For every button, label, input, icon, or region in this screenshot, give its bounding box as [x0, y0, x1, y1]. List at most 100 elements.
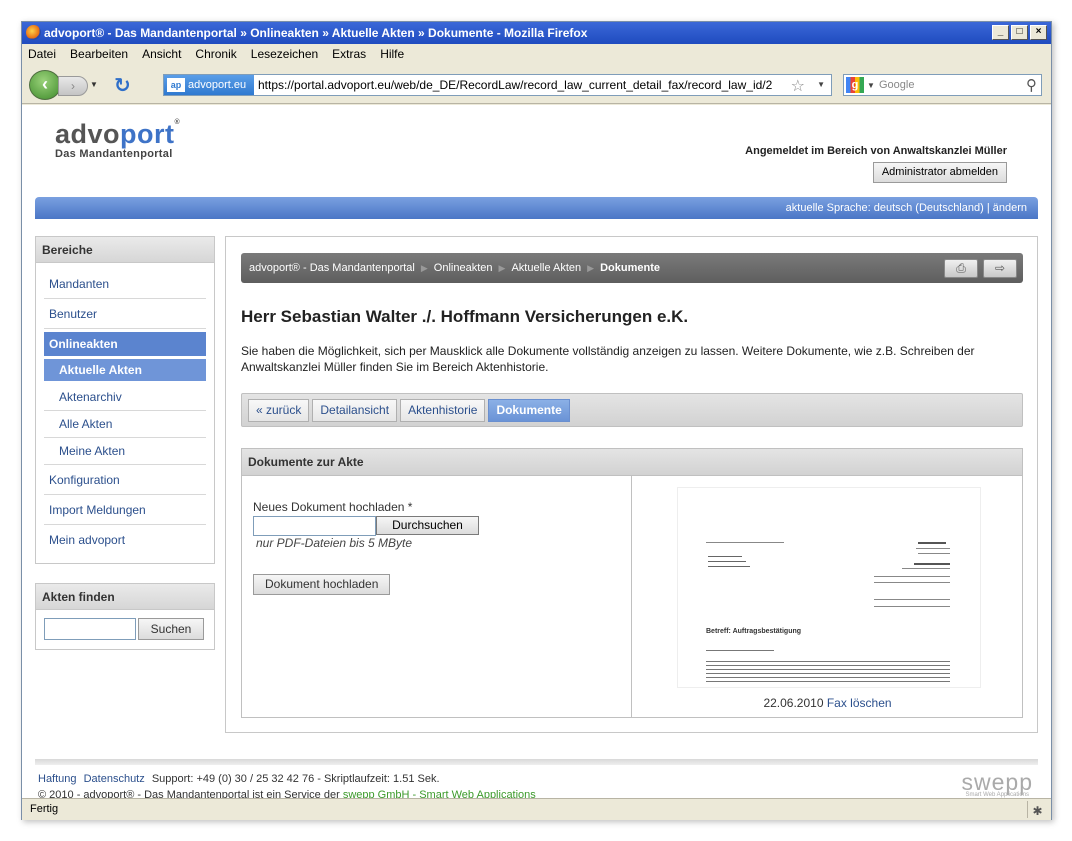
footer-divider — [35, 759, 1038, 765]
logo-brand-advo: advo — [55, 119, 121, 149]
sidebar-item-mandanten[interactable]: Mandanten — [44, 269, 206, 299]
fax-text-line — [706, 673, 950, 674]
breadcrumb-onlineakten[interactable]: Onlineakten — [434, 262, 493, 274]
fax-date: 22.06.2010 — [763, 696, 824, 710]
breadcrumb-home[interactable]: advoport® - Das Mandantenportal — [249, 262, 415, 274]
menu-hilfe[interactable]: Hilfe — [380, 44, 404, 64]
extension-status-icon[interactable]: ✱ — [1027, 801, 1047, 818]
fax-text-line — [874, 606, 950, 607]
fax-text-line — [916, 548, 950, 549]
menu-extras[interactable]: Extras — [332, 44, 366, 64]
fax-text-line — [902, 568, 950, 569]
sidebar-subitem-aktuelle-akten[interactable]: Aktuelle Akten — [44, 359, 206, 381]
fax-text-line — [706, 650, 774, 651]
menu-chronik[interactable]: Chronik — [195, 44, 236, 64]
search-box[interactable]: g ▼ Google ⚲ — [843, 74, 1042, 96]
tab-back[interactable]: « zurück — [248, 399, 310, 422]
google-icon[interactable]: g — [846, 77, 864, 93]
site-favicon: ap — [167, 78, 185, 92]
window-title: advoport® - Das Mandantenportal » Online… — [44, 26, 588, 40]
breadcrumb-aktuelle-akten[interactable]: Aktuelle Akten — [511, 262, 581, 274]
fax-text-line — [706, 677, 950, 678]
sidebar-find-files: Akten finden Suchen — [35, 583, 215, 650]
breadcrumb-separator: ▶ — [420, 263, 428, 273]
documents-section: Dokumente zur Akte Neues Dokument hochla… — [241, 448, 1023, 718]
fax-caption: 22.06.2010 Fax löschen — [633, 696, 1022, 710]
sidebar-areas: Bereiche Mandanten Benutzer Onlineakten … — [35, 236, 215, 564]
search-input[interactable]: Google — [879, 75, 914, 95]
sidebar-item-mein-advoport[interactable]: Mein advoport — [44, 525, 206, 555]
site-identity-badge[interactable]: ap advoport.eu — [164, 75, 254, 95]
breadcrumb-separator: ▶ — [587, 263, 595, 273]
bookmark-star-icon[interactable]: ☆ — [791, 76, 805, 96]
footer-links: Haftung Datenschutz Support: +49 (0) 30 … — [38, 773, 440, 785]
print-icon[interactable]: ⎙ — [944, 259, 978, 278]
fax-text-line — [914, 563, 950, 565]
fax-text-line — [706, 681, 950, 682]
sidebar-item-konfiguration[interactable]: Konfiguration — [44, 465, 206, 495]
swepp-logo[interactable]: swepp Smart Web Applications — [962, 769, 1033, 798]
sidebar-item-import-meldungen[interactable]: Import Meldungen — [44, 495, 206, 525]
upload-hint: nur PDF-Dateien bis 5 MByte — [256, 536, 413, 550]
file-path-input[interactable] — [253, 516, 376, 536]
menu-bearbeiten[interactable]: Bearbeiten — [70, 44, 128, 64]
sidebar-subitem-alle-akten[interactable]: Alle Akten — [44, 411, 206, 438]
site-identity-label: advoport.eu — [188, 79, 247, 91]
breadcrumb: advoport® - Das Mandantenportal ▶ Onlineak… — [241, 253, 1023, 283]
menu-ansicht[interactable]: Ansicht — [142, 44, 181, 64]
fax-subject-line: Betreff: Auftragsbestätigung — [706, 628, 802, 635]
maximize-button[interactable]: □ — [1011, 25, 1028, 40]
fax-text-line — [708, 561, 746, 562]
search-engine-dropdown-icon[interactable]: ▼ — [867, 81, 875, 90]
url-text[interactable]: https://portal.advoport.eu/web/de_DE/Rec… — [258, 75, 772, 95]
language-bar[interactable]: aktuelle Sprache: deutsch (Deutschland) … — [35, 197, 1038, 219]
url-bar[interactable]: ap advoport.eu https://portal.advoport.e… — [163, 74, 832, 96]
tab-detailansicht[interactable]: Detailansicht — [312, 399, 398, 422]
minimize-button[interactable]: _ — [992, 25, 1009, 40]
footer-link-haftung[interactable]: Haftung — [38, 773, 77, 785]
logo-subtitle: Das Mandantenportal — [55, 148, 173, 160]
export-icon[interactable]: ⇨ — [983, 259, 1017, 278]
logout-button[interactable]: Administrator abmelden — [872, 162, 1007, 183]
breadcrumb-separator: ▶ — [498, 263, 506, 273]
fax-thumbnail[interactable]: Betreff: Auftragsbestätigung — [678, 488, 980, 687]
browse-button[interactable]: Durchsuchen — [376, 516, 479, 535]
forward-arrow-icon[interactable]: › — [58, 76, 88, 96]
find-files-button[interactable]: Suchen — [138, 618, 204, 640]
menu-bar: Datei Bearbeiten Ansicht Chronik Lesezei… — [22, 44, 1051, 64]
firefox-icon — [26, 25, 41, 40]
title-bar: advoport® - Das Mandantenportal » Online… — [22, 22, 1051, 44]
status-bar: Fertig ✱ — [22, 798, 1051, 820]
delete-fax-link[interactable]: Fax löschen — [827, 696, 892, 710]
search-icon[interactable]: ⚲ — [1026, 76, 1037, 94]
menu-lesezeichen[interactable]: Lesezeichen — [251, 44, 318, 64]
close-button[interactable]: × — [1030, 25, 1047, 40]
footer-link-datenschutz[interactable]: Datenschutz — [84, 773, 145, 785]
login-info: Angemeldet im Bereich von Anwaltskanzlei… — [745, 145, 1007, 157]
sidebar-subitem-aktenarchiv[interactable]: Aktenarchiv — [44, 384, 206, 411]
find-files-title: Akten finden — [36, 584, 214, 610]
find-files-input[interactable] — [44, 618, 136, 640]
tab-dokumente[interactable]: Dokumente — [488, 399, 570, 422]
upload-document-button[interactable]: Dokument hochladen — [253, 574, 391, 595]
tab-aktenhistorie[interactable]: Aktenhistorie — [400, 399, 486, 422]
page-title: Herr Sebastian Walter ./. Hoffmann Versi… — [241, 307, 689, 326]
back-arrow-icon[interactable]: ‹ — [29, 70, 61, 100]
history-dropdown-icon[interactable]: ▼ — [90, 80, 98, 89]
fax-text-line — [706, 665, 950, 666]
sidebar-item-benutzer[interactable]: Benutzer — [44, 299, 206, 329]
menu-datei[interactable]: Datei — [28, 44, 56, 64]
sidebar-subitem-meine-akten[interactable]: Meine Akten — [44, 438, 206, 465]
fax-text-line — [918, 542, 946, 544]
reload-icon[interactable]: ↻ — [114, 73, 131, 98]
upload-label: Neues Dokument hochladen * — [253, 500, 413, 514]
url-dropdown-icon[interactable]: ▼ — [817, 80, 825, 89]
fax-text-line — [918, 553, 950, 554]
advoport-logo[interactable]: advoport® Das Mandantenportal — [55, 119, 180, 160]
fax-preview-area: Betreff: Auftragsbestätigung 22.06.2010 … — [633, 476, 1022, 717]
logo-brand-port: port — [120, 119, 175, 149]
sidebar-item-onlineakten[interactable]: Onlineakten — [44, 332, 206, 356]
footer-link-swepp[interactable]: swepp GmbH - Smart Web Applications — [343, 789, 536, 798]
footer-support-info: Support: +49 (0) 30 / 25 32 42 76 - Skri… — [151, 773, 440, 785]
breadcrumb-current: Dokumente — [600, 262, 660, 274]
